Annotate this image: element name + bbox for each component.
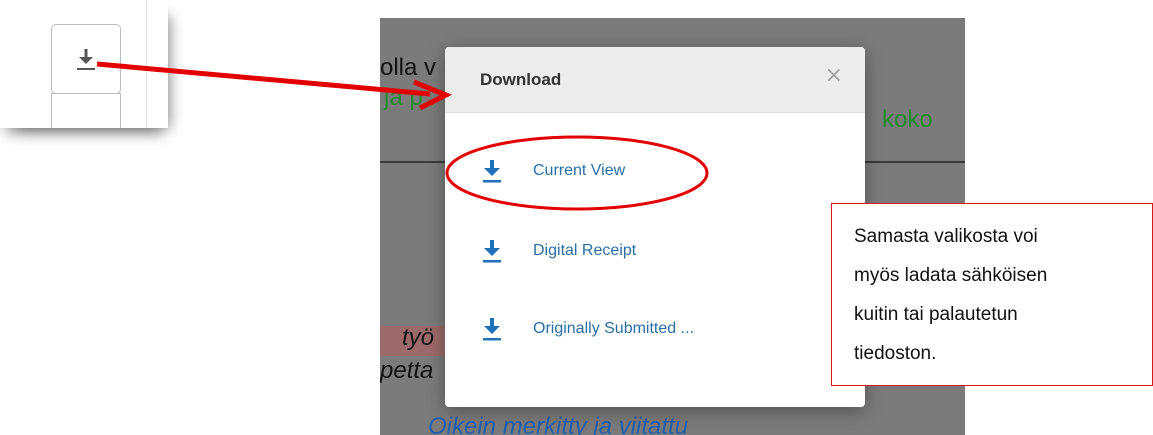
toolbar-next-button[interactable] — [51, 93, 121, 128]
callout-text-line: Samasta valikosta voi — [854, 226, 1038, 247]
download-current-view[interactable]: Current View — [475, 150, 835, 194]
menu-item-label: Originally Submitted ... — [533, 320, 694, 337]
callout-box: Samasta valikosta voi myös ladata sähköi… — [831, 203, 1153, 386]
download-digital-receipt[interactable]: Digital Receipt — [475, 230, 835, 274]
menu-item-label: Digital Receipt — [533, 242, 637, 259]
modal-header: Download × — [445, 47, 865, 113]
download-icon — [77, 49, 95, 70]
callout-text-line: kuitin tai palautetun — [854, 304, 1018, 325]
toolbar-snippet — [0, 0, 168, 128]
document-text-line: ja p — [384, 84, 423, 111]
modal-title: Download — [480, 70, 562, 89]
download-icon — [483, 318, 501, 341]
close-icon[interactable]: × — [825, 63, 843, 88]
download-icon — [483, 160, 501, 183]
download-icon — [483, 240, 501, 263]
document-text-line: Oikein merkitty ja viitattu — [428, 413, 689, 435]
menu-item-label: Current View — [533, 162, 626, 179]
document-text-line: olla v — [380, 54, 437, 81]
download-modal: Download × Current View Digital Receipt … — [445, 47, 865, 407]
download-originally-submitted[interactable]: Originally Submitted ... — [475, 308, 835, 352]
document-text-line: petta — [380, 357, 434, 384]
callout-text-line: myös ladata sähköisen — [854, 265, 1048, 286]
document-text-line: työ — [402, 324, 435, 351]
download-toolbar-button[interactable] — [51, 24, 121, 94]
toolbar-divider — [146, 0, 147, 128]
callout-text-line: tiedoston. — [854, 343, 937, 364]
document-text-line: koko — [882, 106, 933, 133]
